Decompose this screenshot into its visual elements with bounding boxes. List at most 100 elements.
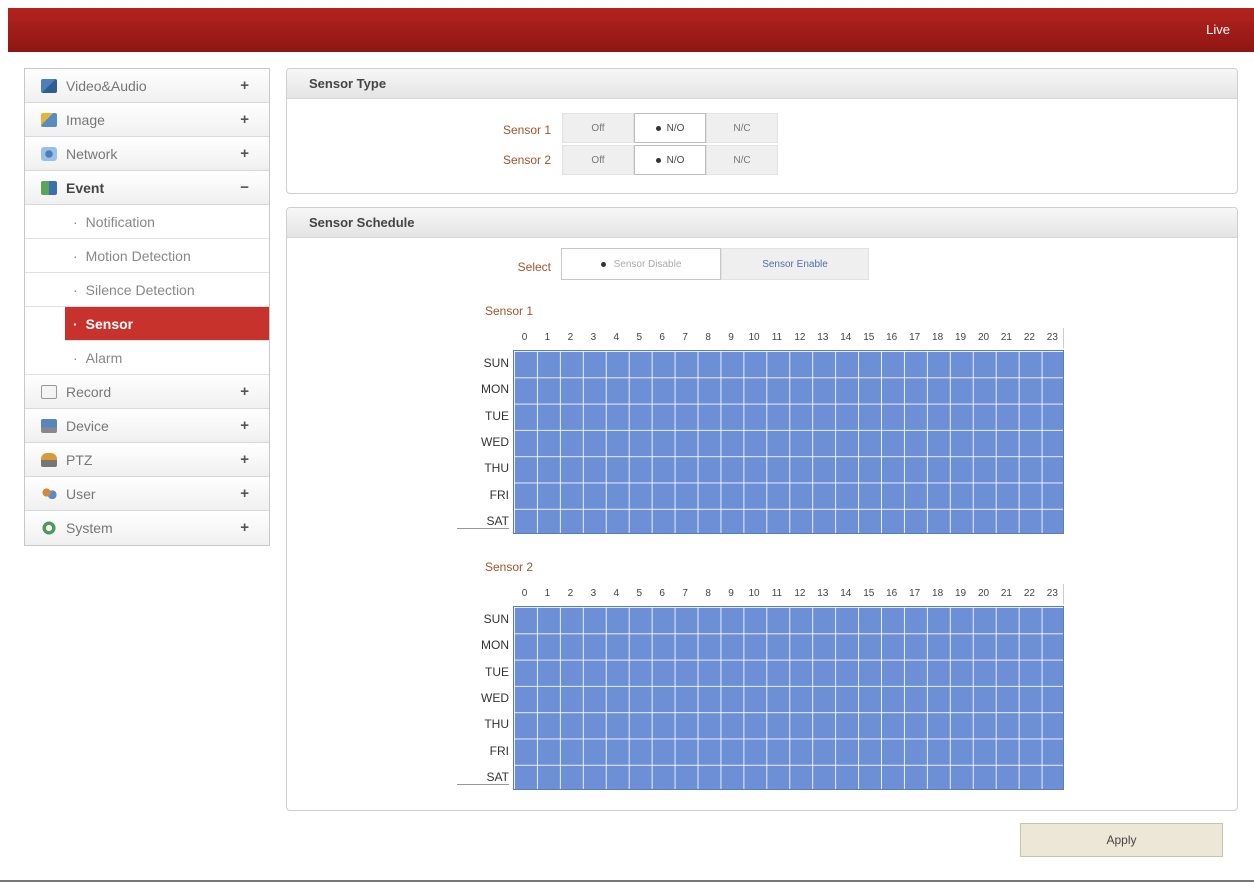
sidebar-subitem-label: Sensor: [85, 315, 134, 332]
hour-label: 23: [1046, 332, 1058, 343]
sidebar-item-video-audio[interactable]: Video&Audio +: [25, 69, 269, 103]
network-icon: [41, 146, 57, 161]
sidebar-item-image[interactable]: Image +: [25, 103, 269, 137]
hour-label: 9: [728, 588, 734, 599]
sensor-1-off-option[interactable]: Off: [562, 113, 634, 143]
sensor-enable-option[interactable]: Sensor Enable: [721, 248, 869, 280]
expand-icon: +: [240, 145, 249, 162]
sidebar-item-label: System: [66, 520, 113, 536]
expand-icon: +: [240, 417, 249, 434]
hour-label: 21: [1000, 588, 1012, 599]
day-label: MON: [481, 382, 509, 397]
sidebar-item-event[interactable]: Event −: [25, 171, 269, 205]
expand-icon: +: [240, 519, 249, 536]
sidebar-subitem-label: Notification: [85, 213, 155, 230]
day-label: TUE: [485, 664, 509, 679]
day-label: WED: [481, 690, 509, 705]
sidebar-item-record[interactable]: Record +: [25, 375, 269, 409]
image-icon: [41, 112, 57, 127]
hour-label: 13: [817, 332, 829, 343]
hour-label: 22: [1023, 332, 1035, 343]
hour-label: 7: [682, 332, 688, 343]
sensor-type-panel: Sensor Type Sensor 1 Off N/O N/C Sensor …: [286, 68, 1238, 194]
sidebar-subitem-silence-detection[interactable]: · Silence Detection: [25, 273, 269, 307]
hour-label: 16: [886, 332, 898, 343]
day-label: SAT: [457, 514, 509, 529]
hour-label: 9: [728, 332, 734, 343]
hour-label: 1: [544, 332, 551, 343]
hour-label: 8: [705, 588, 711, 599]
sidebar-item-device[interactable]: Device +: [25, 409, 269, 443]
option-label: N/O: [666, 122, 685, 134]
hour-header: 0 1 2 3 4 5 6 7 8 9 10 11 12 13 14 15 16 17 18 19 20 21 22 23: [513, 584, 1064, 604]
sidebar-subitem-notification[interactable]: · Notification: [25, 205, 269, 239]
sidebar-subitem-alarm[interactable]: · Alarm: [25, 341, 269, 375]
schedule-select-group: Sensor Disable Sensor Enable: [561, 248, 869, 280]
record-icon: [41, 384, 57, 399]
sensor-schedule-panel: Sensor Schedule Select Sensor Disable Se…: [286, 207, 1238, 811]
hour-label: 20: [977, 588, 990, 599]
apply-button[interactable]: Apply: [1020, 823, 1223, 857]
day-label: SAT: [457, 770, 509, 785]
hour-label: 17: [909, 332, 921, 343]
sensor-1-schedule-cells[interactable]: [513, 350, 1064, 534]
sidebar-subitem-motion-detection[interactable]: · Motion Detection: [25, 239, 269, 273]
sidebar-item-user[interactable]: User +: [25, 477, 269, 511]
radio-dot-icon: [655, 125, 661, 131]
sensor-2-no-option[interactable]: N/O: [634, 145, 706, 175]
sidebar-item-label: Video&Audio: [66, 77, 147, 94]
sidebar-item-label: PTZ: [66, 451, 93, 468]
option-label: Off: [591, 154, 605, 166]
hour-label: 11: [771, 332, 783, 343]
hour-label: 10: [748, 588, 760, 599]
sidebar-item-ptz[interactable]: PTZ +: [25, 443, 269, 477]
day-label: THU: [484, 717, 509, 732]
sensor-2-off-option[interactable]: Off: [562, 145, 634, 175]
sensor-2-nc-option[interactable]: N/C: [706, 145, 778, 175]
hour-label: 20: [977, 332, 990, 343]
expand-icon: +: [240, 383, 249, 400]
sidebar-item-network[interactable]: Network +: [25, 137, 269, 171]
user-icon: [41, 486, 57, 501]
sidebar-subitem-label: Silence Detection: [85, 281, 195, 298]
select-label: Select: [517, 260, 551, 274]
hour-label: 14: [840, 332, 852, 343]
video-audio-icon: [41, 78, 57, 93]
hour-label: 12: [794, 588, 806, 599]
hour-label: 19: [954, 332, 967, 343]
bullet-icon: ·: [73, 281, 78, 298]
collapse-icon: −: [240, 179, 249, 196]
expand-icon: +: [240, 77, 249, 94]
expand-icon: +: [240, 451, 249, 468]
day-label: MON: [481, 638, 509, 653]
sensor-2-schedule-title: Sensor 2: [485, 560, 534, 574]
option-label: N/C: [733, 122, 751, 134]
sidebar-menu: Video&Audio + Image + Network + Event − …: [24, 68, 270, 546]
bullet-icon: ·: [73, 315, 78, 332]
option-label: Sensor Disable: [613, 258, 682, 270]
sensor-2-schedule-cells[interactable]: [513, 606, 1064, 790]
live-link[interactable]: Live: [1206, 22, 1230, 37]
day-label: THU: [484, 461, 509, 476]
sensor-1-schedule-title: Sensor 1: [485, 304, 534, 318]
sensor-disable-option[interactable]: Sensor Disable: [561, 248, 721, 280]
day-label: WED: [481, 434, 509, 449]
hour-label: 12: [794, 332, 806, 343]
sensor-1-nc-option[interactable]: N/C: [706, 113, 778, 143]
hour-label: 2: [567, 332, 574, 343]
bullet-icon: ·: [73, 349, 78, 366]
sensor-2-type-selector: Off N/O N/C: [562, 145, 778, 175]
sidebar-subitem-label: Alarm: [85, 349, 123, 366]
hour-label: 15: [863, 332, 875, 343]
hour-label: 18: [932, 588, 944, 599]
hour-header: 0 1 2 3 4 5 6 7 8 9 10 11 12 13 14 15 16 17 18 19 20 21 22 23: [513, 328, 1064, 348]
sidebar-subitem-sensor[interactable]: · Sensor: [65, 307, 269, 341]
day-label: SUN: [483, 356, 509, 370]
hour-label: 16: [886, 588, 898, 599]
hour-label: 6: [659, 332, 665, 343]
hour-label: 6: [659, 588, 665, 599]
sidebar-item-system[interactable]: System +: [25, 511, 269, 545]
device-icon: [41, 418, 57, 433]
sidebar-item-label: Event: [66, 179, 105, 196]
sensor-1-no-option[interactable]: N/O: [634, 113, 706, 143]
